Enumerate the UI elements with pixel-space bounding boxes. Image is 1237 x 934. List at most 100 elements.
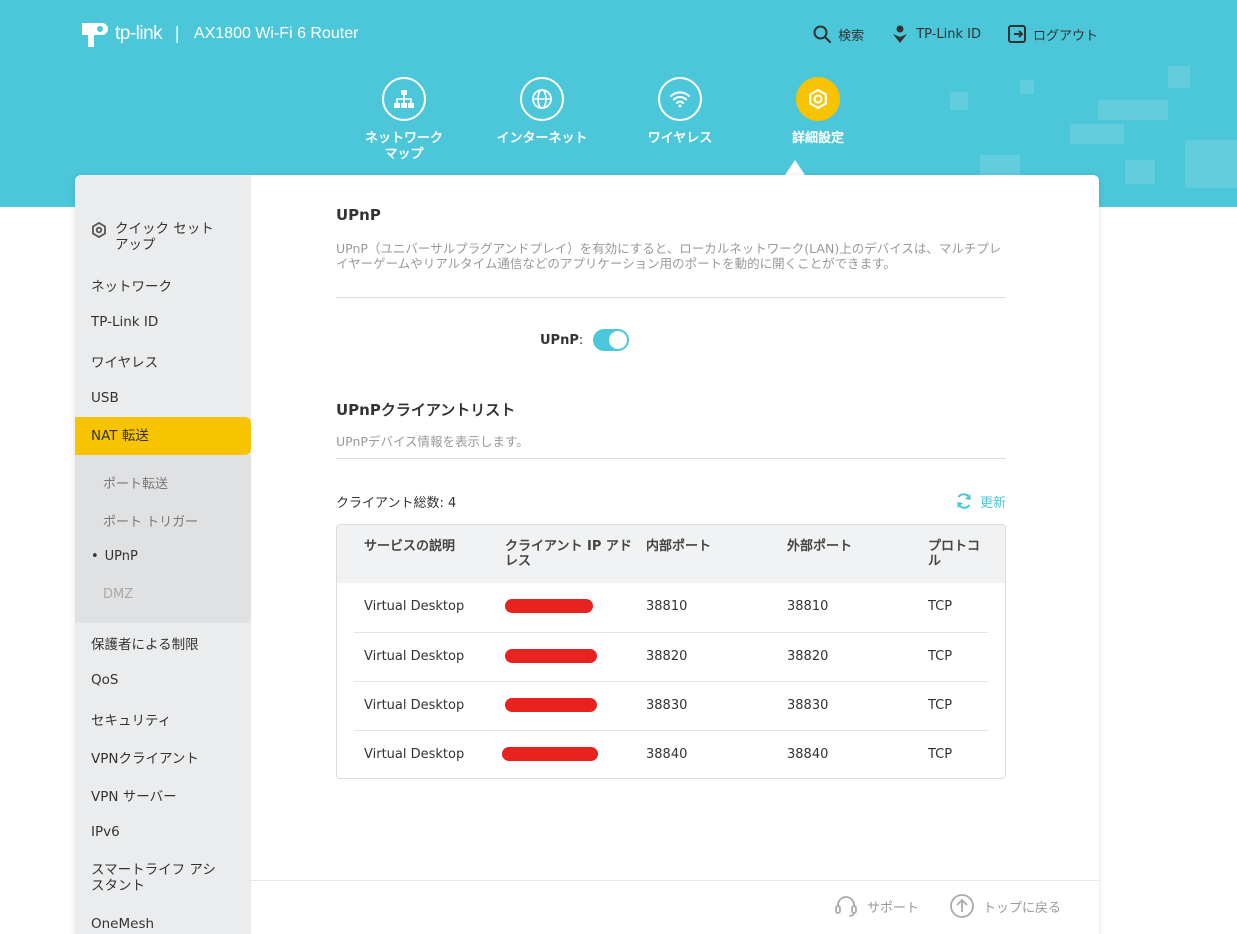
sidebar-subitem-port-triggering[interactable]: ポート トリガー [75,511,251,530]
cell-protocol: TCP [928,649,953,664]
cell-service: Virtual Desktop [364,747,465,762]
sidebar-subitem-dmz[interactable]: DMZ [75,587,251,602]
sidebar-subitem-label: UPnP [104,549,138,564]
user-id-icon [893,25,908,43]
logout-label: ログアウト [1032,28,1098,44]
cell-protocol: TCP [928,599,953,614]
sidebar-item-vpn-server[interactable]: VPN サーバー [75,785,251,805]
table-header: サービスの説明 クライアント IP アド レス 内部ポート 外部ポート プロトコ… [337,525,1005,583]
logout-icon [1007,25,1026,43]
upnp-client-table: サービスの説明 クライアント IP アド レス 内部ポート 外部ポート プロトコ… [336,524,1006,779]
footer-links: サポート トップに戻る [833,893,1061,919]
sidebar-item-vpn-client[interactable]: VPNクライアント [75,747,251,767]
sidebar-item-smart-life[interactable]: スマートライフ アシ スタント [75,862,251,894]
support-link[interactable]: サポート [833,893,919,919]
search-link[interactable]: 検索 [812,24,864,44]
sidebar-item-ipv6[interactable]: IPv6 [75,824,251,840]
logout-link[interactable]: ログアウト [1007,24,1098,44]
arrow-up-circle-icon [950,894,974,918]
search-label: 検索 [838,28,865,44]
tplink-id-link[interactable]: TP-Link ID [890,24,981,44]
sidebar-item-quick-setup[interactable]: クイック セット アップ [75,221,251,253]
table-row: Virtual Desktop 38820 38820 TCP [354,632,988,681]
column-header-protocol: プロトコ ル [928,539,981,569]
nav-advanced[interactable]: 詳細設定 [749,77,887,163]
table-row: Virtual Desktop 38810 38810 TCP [354,583,988,632]
advanced-settings-icon [796,77,840,121]
cell-external-port: 38840 [787,747,829,762]
model-name: AX1800 Wi-Fi 6 Router [193,25,359,42]
sidebar-item-usb[interactable]: USB [75,390,251,406]
cell-protocol: TCP [928,698,953,713]
top-links: 検索 TP-Link ID ログアウト [812,24,1098,44]
cell-external-port: 38830 [787,698,829,713]
back-to-top-label: トップに戻る [982,900,1061,916]
brand-separator: | [174,24,180,44]
upnp-toggle-label: UPnP: [540,332,584,348]
redacted-ip [505,599,593,613]
support-label: サポート [866,900,919,916]
search-icon [813,25,832,44]
brand-name: tp-link [115,23,163,44]
nav-internet-label: インターネット [496,131,588,146]
nav-network-map[interactable]: ネットワーク マップ [335,77,473,163]
globe-icon [520,77,564,121]
upnp-title: UPnP [336,206,381,224]
cell-internal-port: 38830 [646,698,688,713]
cell-external-port: 38820 [787,649,829,664]
tplink-logo[interactable]: tp-link | AX1800 Wi-Fi 6 Router [76,17,358,51]
refresh-icon [957,493,971,509]
cell-internal-port: 38840 [646,747,688,762]
nav-internet[interactable]: インターネット [473,77,611,163]
back-to-top-link[interactable]: トップに戻る [949,893,1061,919]
column-header-external-port: 外部ポート [787,539,853,554]
column-header-service: サービスの説明 [364,539,456,554]
active-nav-pointer [785,160,805,175]
upnp-description: UPnP（ユニバーサルプラグアンドプレイ）を有効にすると、ローカルネットワーク(… [336,241,1002,271]
cell-service: Virtual Desktop [364,599,465,614]
client-count-row: クライアント総数: 4 更新 [336,491,1006,511]
sidebar-subitem-port-forwarding[interactable]: ポート転送 [75,473,251,492]
column-header-client-ip: クライアント IP アド レス [505,539,632,569]
client-count: クライアント総数: 4 [336,495,457,511]
toggle-knob [609,331,628,349]
sidebar-item-qos[interactable]: QoS [75,672,251,688]
upnp-toggle-row: UPnP: [540,329,630,351]
divider [336,297,1006,298]
sidebar: クイック セット アップ ネットワーク TP-Link ID ワイヤレス USB… [75,175,251,934]
network-map-icon [382,77,426,121]
upnp-toggle-switch[interactable] [593,329,630,351]
quick-setup-icon [92,222,106,238]
nav-wireless[interactable]: ワイヤレス [611,77,749,163]
client-list-title: UPnPクライアントリスト [336,401,516,419]
wifi-icon [658,77,702,121]
sidebar-item-wireless[interactable]: ワイヤレス [75,351,251,371]
sidebar-item-nat-forwarding[interactable]: NAT 転送 [75,417,251,455]
cell-internal-port: 38820 [646,649,688,664]
sidebar-item-security[interactable]: セキュリティ [75,709,251,729]
cell-service: Virtual Desktop [364,698,465,713]
client-list-description: UPnPデバイス情報を表示します。 [336,434,529,449]
sidebar-item-network[interactable]: ネットワーク [75,275,251,295]
tplink-id-label: TP-Link ID [916,26,981,42]
cell-service: Virtual Desktop [364,649,465,664]
nav-advanced-label: 詳細設定 [791,131,844,146]
headset-icon [835,896,857,917]
cell-protocol: TCP [928,747,953,762]
sidebar-item-parental-controls[interactable]: 保護者による制限 [75,633,251,653]
redacted-ip [505,649,597,663]
cell-internal-port: 38810 [646,599,688,614]
sidebar-subitem-upnp[interactable]: UPnP [75,549,251,564]
main-nav: ネットワーク マップ インターネット ワイヤレス 詳細設定 [335,77,887,163]
refresh-button[interactable]: 更新 [954,491,1006,511]
table-row: Virtual Desktop 38830 38830 TCP [354,681,988,730]
nav-wireless-label: ワイヤレス [647,131,713,146]
redacted-ip [505,698,597,712]
tplink-logo-icon [82,23,108,47]
nav-network-map-label: ネットワーク マップ [364,131,443,162]
table-row: Virtual Desktop 38840 38840 TCP [354,730,988,778]
sidebar-item-tplink-id[interactable]: TP-Link ID [75,314,251,330]
sidebar-item-onemesh[interactable]: OneMesh [75,916,251,932]
main-card: クイック セット アップ ネットワーク TP-Link ID ワイヤレス USB… [75,175,1099,934]
cell-external-port: 38810 [787,599,829,614]
